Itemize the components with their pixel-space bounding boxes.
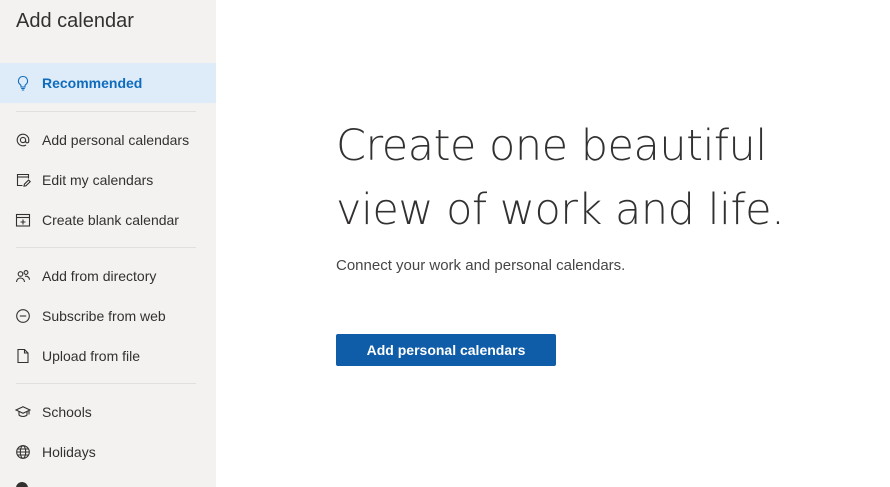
sidebar-item-schools[interactable]: Schools — [0, 392, 216, 432]
add-personal-calendars-button[interactable]: Add personal calendars — [336, 334, 556, 366]
sidebar-item-create-blank-calendar[interactable]: Create blank calendar — [0, 200, 216, 240]
globe-icon — [15, 444, 31, 460]
divider — [16, 111, 196, 112]
lightbulb-icon — [15, 75, 31, 91]
sidebar-item-add-personal-calendars[interactable]: Add personal calendars — [0, 120, 216, 160]
sidebar-item-label: Recommended — [42, 75, 143, 91]
sidebar-item-label: Subscribe from web — [42, 308, 166, 324]
sidebar-item-subscribe-from-web[interactable]: Subscribe from web — [0, 296, 216, 336]
subtitle: Connect your work and personal calendars… — [336, 257, 626, 274]
sidebar-item-label: Add personal calendars — [42, 132, 190, 148]
document-icon — [15, 348, 31, 364]
link-circle-icon — [15, 308, 31, 324]
headline: Create one beautiful view of work and li… — [336, 114, 856, 242]
headline-line-2: view of work and life. — [336, 185, 785, 235]
sidebar-item-upload-from-file[interactable]: Upload from file — [0, 336, 216, 376]
sidebar-item-label: Upload from file — [42, 348, 141, 364]
divider — [16, 383, 196, 384]
sidebar-item-label: Schools — [42, 404, 92, 420]
sidebar-item-holidays[interactable]: Holidays — [0, 432, 216, 472]
calendar-add-icon — [15, 212, 31, 228]
sidebar-item-recommended[interactable]: Recommended — [0, 63, 216, 103]
more-icon — [16, 482, 28, 487]
sidebar-item-label: Add from directory — [42, 268, 157, 284]
sidebar-item-label: Create blank calendar — [42, 212, 179, 228]
sidebar-title: Add calendar — [16, 10, 134, 32]
headline-line-1: Create one beautiful — [336, 121, 767, 171]
at-sign-icon — [15, 132, 31, 148]
sidebar-item-add-from-directory[interactable]: Add from directory — [0, 256, 216, 296]
people-icon — [15, 268, 31, 284]
main-content: Create one beautiful view of work and li… — [216, 0, 890, 487]
edit-calendar-icon — [15, 172, 31, 188]
sidebar-item-label: Holidays — [42, 444, 96, 460]
divider — [16, 247, 196, 248]
sidebar-item-label: Edit my calendars — [42, 172, 154, 188]
sidebar: Add calendar Recommended Add personal ca… — [0, 0, 216, 487]
sidebar-item-edit-my-calendars[interactable]: Edit my calendars — [0, 160, 216, 200]
graduation-cap-icon — [15, 404, 31, 420]
